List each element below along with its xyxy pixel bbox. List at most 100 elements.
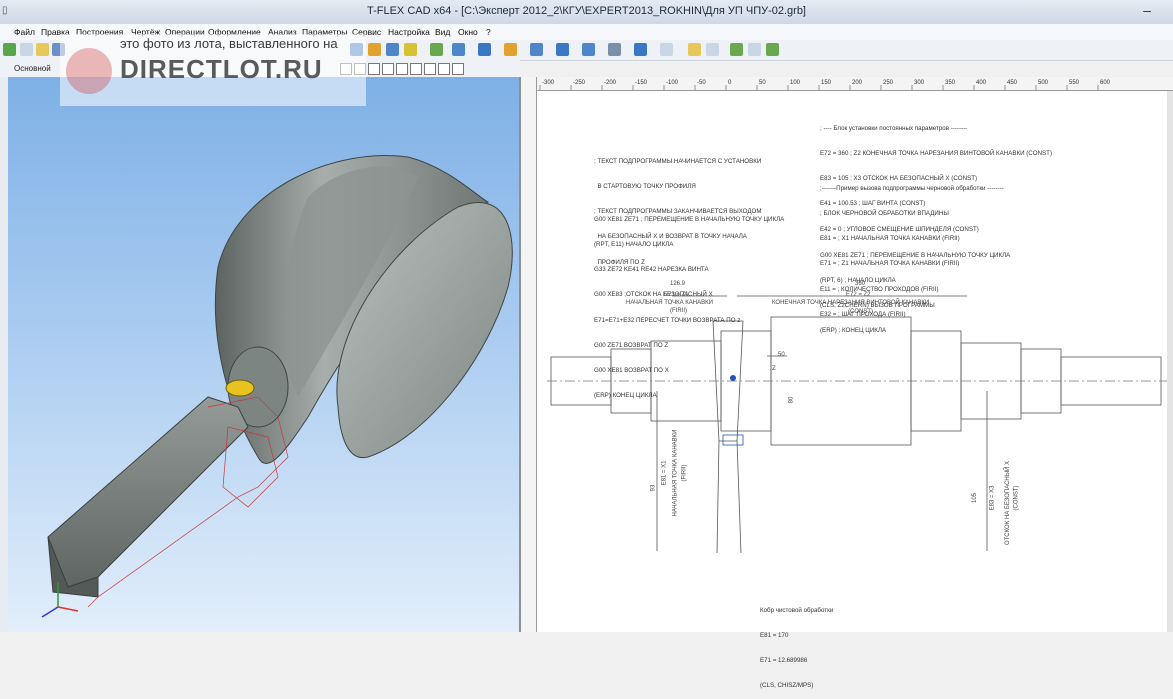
view-icon[interactable] (424, 63, 436, 75)
ruler-tick-label: 350 (945, 80, 956, 86)
ruler-tick-label: -50 (697, 80, 706, 86)
ruler-tick-label: 200 (852, 80, 863, 86)
view-icon[interactable] (368, 63, 380, 75)
dim-label: КОНЕЧНАЯ ТОЧКА НАРЕЗАНИЯ ВИНТОВОЙ КАНАВК… (772, 300, 930, 306)
dim-label: ОТСКОК НА БЕЗОПАСНЫЙ Х (1005, 460, 1012, 546)
text-line: G00 XE81 ZE71 ; ПЕРЕМЕЩЕНИЕ В НАЧАЛЬНУЮ … (820, 251, 1011, 259)
text-line: E71=E71+E32 ПЕРЕСЧЕТ ТОЧКИ ВОЗВРАТА ПО z (594, 316, 741, 324)
text-line: G00 ZE71 ВОЗВРАТ ПО Z (594, 341, 669, 349)
toolbar-icon[interactable] (3, 43, 16, 56)
ruler-tick-label: 550 (1069, 80, 1080, 86)
view-icon[interactable] (396, 63, 408, 75)
text-line: G33 ZE72 KE41 RE42 НАРЕЗКА ВИНТА (594, 266, 709, 274)
ruler-tick-label: 100 (790, 80, 801, 86)
ruler-tick-label: 400 (976, 80, 987, 86)
op-icon[interactable] (504, 43, 517, 56)
layer-select[interactable]: Основной (14, 64, 51, 73)
text-line: G00 XE83 ;ОТСКОК НА БЕЗОПАСНЫЙ Х (594, 291, 713, 299)
op-icon[interactable] (530, 43, 543, 56)
view-icon[interactable] (438, 63, 450, 75)
dim-label: E72 = Z2 (846, 292, 871, 298)
menu-window[interactable]: Окно (458, 27, 478, 37)
op-icon[interactable] (730, 43, 743, 56)
dim-value: 50 (778, 352, 785, 358)
axis-label: Z (772, 366, 776, 372)
watermark-logo-text: DIRECTLOT.RU (120, 54, 323, 84)
text-line: (RPT, 6) ; НАЧАЛО ЦИКЛА (820, 277, 896, 285)
text-line: (RPT, E11) НАЧАЛО ЦИКЛА (594, 241, 674, 249)
text-line: E72 = 360 ; Z2 КОНЕЧНАЯ ТОЧКА НАРЕЗАНИЯ … (820, 150, 1053, 158)
dim-label: E83 = X3 (989, 485, 996, 511)
text-line: E81 = 170 (760, 632, 789, 640)
op-icon[interactable] (706, 43, 719, 56)
op-icon[interactable] (478, 43, 491, 56)
dim-label: (CONST) (848, 309, 873, 315)
vertical-scrollbar[interactable] (1167, 91, 1173, 632)
op-icon[interactable] (660, 43, 673, 56)
menu-settings[interactable]: Настройка (388, 27, 430, 37)
ruler-tick-label: -200 (604, 80, 617, 86)
text-line: G00 XE81 ZE71 ; ПЕРЕМЕЩЕНИЕ В НАЧАЛЬНУЮ … (594, 215, 785, 223)
text-line: G00 XE81 ВОЗВРАТ ПО X (594, 367, 669, 375)
watermark: это фото из лота, выставленного на DIREC… (60, 34, 366, 106)
dim-value: 126.9 (670, 281, 686, 287)
ruler-tick-label: 500 (1038, 80, 1049, 86)
op-icon[interactable] (368, 43, 381, 56)
op-icon[interactable] (634, 43, 647, 56)
window-title: T-FLEX CAD x64 - [С:\Эксперт 2012_2\КГУ\… (366, 5, 806, 17)
open-icon[interactable] (36, 43, 49, 56)
3d-viewport[interactable] (8, 77, 521, 632)
dim-label: (FIRII) (681, 464, 688, 482)
dim-value: 360 (855, 281, 866, 287)
dim-label: (FIRII) (670, 308, 687, 314)
op-icon[interactable] (386, 43, 399, 56)
op-icon[interactable] (688, 43, 701, 56)
new-icon[interactable] (20, 43, 33, 56)
ruler-tick-label: 300 (914, 80, 925, 86)
dim-label: E81 = X1 (661, 460, 668, 486)
ruler-tick-label: 600 (1100, 80, 1111, 86)
menu-view[interactable]: Вид (435, 27, 450, 37)
dim-value: 105 (972, 492, 979, 504)
gcode-block-2: G00 XE81 ZE71 ; ПЕРЕМЕЩЕНИЕ В НАЧАЛЬНУЮ … (820, 235, 1010, 344)
op-icon[interactable] (404, 43, 417, 56)
op-icon[interactable] (766, 43, 779, 56)
text-line: (ERP) КОНЕЦ ЦИКЛА (594, 392, 657, 400)
ruler-tick-label: -250 (573, 80, 586, 86)
ruler-tick-label: 450 (1007, 80, 1018, 86)
dim-label: НАЧАЛЬНАЯ ТОЧКА КАНАВКИ (672, 429, 679, 517)
op-icon[interactable] (582, 43, 595, 56)
menu-help[interactable]: ? (486, 27, 491, 37)
ruler-tick-label: -150 (635, 80, 648, 86)
ruler-tick-label: -100 (666, 80, 679, 86)
op-icon[interactable] (748, 43, 761, 56)
watermark-logo-icon (66, 48, 112, 94)
op-icon[interactable] (452, 43, 465, 56)
view-icon[interactable] (410, 63, 422, 75)
op-icon[interactable] (608, 43, 621, 56)
dim-label: E71 = Z1 (664, 292, 689, 298)
dim-value: 80 (788, 396, 795, 404)
text-line: ; ТЕКСТ ПОДПРОГРАММЫ НАЧИНАЕТСЯ С УСТАНО… (594, 157, 762, 165)
text-line: E71 = 12.689986 (760, 657, 808, 665)
ruler-tick-label: -300 (542, 80, 555, 86)
text-line: ;-------Пример вызова подпрограммы черно… (820, 184, 1004, 192)
text-line: (ERP) ; КОНЕЦ ЦИКЛА (820, 327, 887, 335)
finish-block: Кобр чистовой обработки E81 = 170 E71 = … (760, 590, 833, 699)
3d-model (41, 155, 513, 618)
menu-file[interactable]: Файл (14, 27, 35, 37)
minimize-button[interactable]: – (1143, 2, 1151, 18)
op-icon[interactable] (430, 43, 443, 56)
text-line: Кобр чистовой обработки (760, 606, 834, 614)
op-icon[interactable] (556, 43, 569, 56)
dim-label: (CONST) (1013, 485, 1020, 511)
text-line: В СТАРТОВУЮ ТОЧКУ ПРОФИЛЯ (594, 183, 696, 191)
horizontal-ruler: -300 -250 -200 -150 -100 -50 0 50 100 150 200 250 30… (536, 77, 1173, 91)
view-icon[interactable] (382, 63, 394, 75)
text-line: (CLS, CHISZ/MPS) (760, 682, 814, 690)
ruler-tick-label: 0 (728, 80, 732, 86)
view-icon[interactable] (452, 63, 464, 75)
dim-label: НАЧАЛЬНАЯ ТОЧКА КАНАВКИ (626, 300, 713, 306)
ruler-ticks: -300 -250 -200 -150 -100 -50 0 50 100 150 200 250 30… (539, 80, 1111, 90)
title-bar: ▯ T-FLEX CAD x64 - [С:\Эксперт 2012_2\КГ… (0, 0, 1173, 25)
